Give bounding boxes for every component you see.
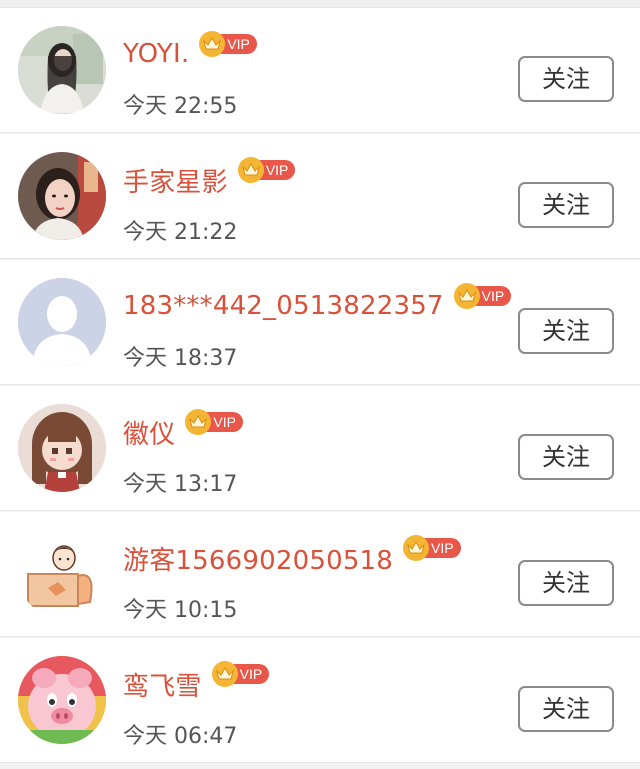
name-line: 手家星影 VIP bbox=[123, 157, 296, 199]
crown-icon bbox=[211, 661, 238, 687]
name-line: 游客1566902050518 VIP bbox=[123, 535, 461, 577]
avatar[interactable] bbox=[18, 26, 106, 114]
avatar[interactable] bbox=[18, 530, 106, 618]
name-line: 183***442_0513822357 VIP bbox=[123, 283, 512, 324]
top-divider bbox=[0, 0, 640, 8]
follow-button[interactable]: 关注 bbox=[518, 308, 614, 354]
avatar[interactable] bbox=[18, 152, 106, 240]
name-line: 徽仪 VIP bbox=[123, 409, 243, 451]
avatar[interactable] bbox=[18, 656, 106, 744]
follower-list: YOYI. VIP 今天 22:55 关注 手家星影 VIP 今天 21:22 … bbox=[0, 0, 640, 769]
follow-button[interactable]: 关注 bbox=[518, 56, 614, 102]
list-item[interactable]: 游客1566902050518 VIP 今天 10:15 关注 bbox=[0, 512, 640, 637]
timestamp: 今天 22:55 bbox=[123, 94, 238, 119]
user-name[interactable]: 183***442_0513822357 bbox=[123, 291, 444, 321]
list-item[interactable]: 徽仪 VIP 今天 13:17 关注 bbox=[0, 386, 640, 511]
list-item[interactable]: 鸾飞雪 VIP 今天 06:47 关注 bbox=[0, 638, 640, 763]
list-item[interactable]: YOYI. VIP 今天 22:55 关注 bbox=[0, 8, 640, 133]
list-item[interactable]: 手家星影 VIP 今天 21:22 关注 bbox=[0, 134, 640, 259]
user-name[interactable]: 鸾飞雪 bbox=[123, 666, 202, 703]
vip-badge: VIP bbox=[185, 409, 243, 435]
crown-icon bbox=[403, 535, 430, 561]
timestamp: 今天 21:22 bbox=[123, 220, 238, 245]
follow-button[interactable]: 关注 bbox=[518, 560, 614, 606]
crown-icon bbox=[237, 157, 264, 183]
crown-icon bbox=[453, 283, 480, 309]
avatar[interactable] bbox=[18, 278, 106, 366]
timestamp: 今天 13:17 bbox=[123, 472, 238, 497]
timestamp: 今天 10:15 bbox=[123, 598, 238, 623]
list-item[interactable]: 183***442_0513822357 VIP 今天 18:37 关注 bbox=[0, 260, 640, 385]
user-name[interactable]: YOYI. bbox=[123, 39, 189, 69]
follow-button[interactable]: 关注 bbox=[518, 434, 614, 480]
vip-badge: VIP bbox=[453, 283, 512, 309]
vip-badge: VIP bbox=[199, 31, 257, 57]
user-name[interactable]: 游客1566902050518 bbox=[123, 540, 393, 577]
follow-button[interactable]: 关注 bbox=[518, 686, 614, 732]
avatar[interactable] bbox=[18, 404, 106, 492]
timestamp: 今天 18:37 bbox=[123, 346, 238, 371]
user-name[interactable]: 徽仪 bbox=[123, 414, 175, 451]
vip-badge: VIP bbox=[237, 157, 296, 183]
vip-badge: VIP bbox=[403, 535, 461, 561]
vip-badge: VIP bbox=[211, 661, 270, 687]
follow-button[interactable]: 关注 bbox=[518, 182, 614, 228]
name-line: 鸾飞雪 VIP bbox=[123, 661, 270, 703]
timestamp: 今天 06:47 bbox=[123, 724, 238, 749]
user-name[interactable]: 手家星影 bbox=[123, 162, 228, 199]
name-line: YOYI. VIP bbox=[123, 31, 257, 72]
